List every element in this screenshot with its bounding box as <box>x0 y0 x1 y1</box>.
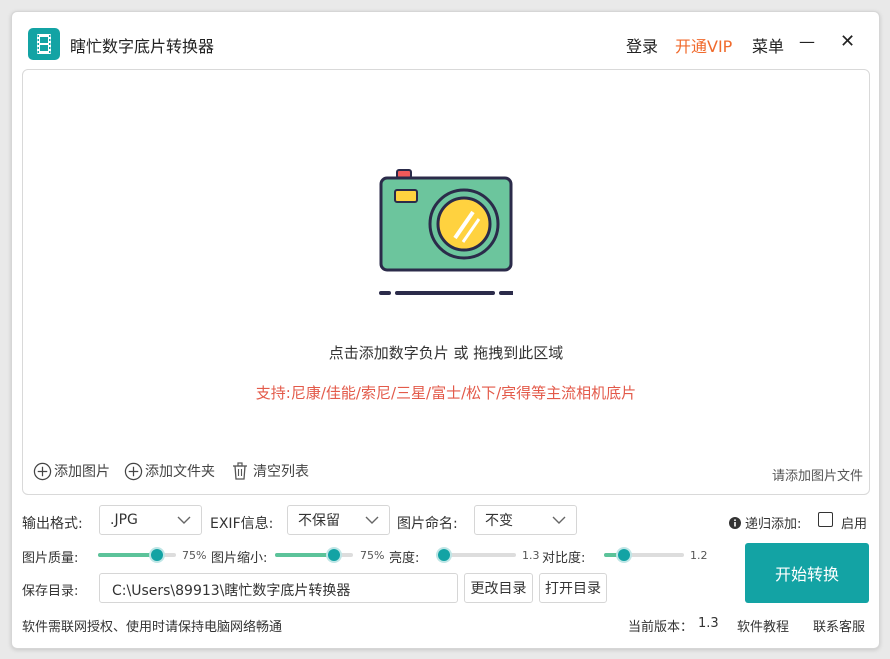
plus-circle-icon <box>124 462 143 480</box>
scale-slider-fill <box>275 553 334 557</box>
quality-slider-fill <box>98 553 157 557</box>
contrast-label: 对比度: <box>542 551 586 566</box>
contrast-slider-thumb[interactable] <box>618 549 630 561</box>
clear-list-button[interactable]: 清空列表 <box>232 461 309 481</box>
camera-icon <box>379 169 513 295</box>
app-title: 瞎忙数字底片转换器 <box>70 37 215 56</box>
trash-icon <box>233 462 247 480</box>
app-logo <box>28 28 60 60</box>
output-format-label: 输出格式: <box>22 516 83 532</box>
supported-cameras: 支持:尼康/佳能/索尼/三星/富士/松下/宾得等主流相机底片 <box>255 384 637 402</box>
chevron-down-icon <box>365 516 379 524</box>
chevron-down-icon <box>552 516 566 524</box>
naming-select[interactable]: 不变 <box>474 505 577 535</box>
plus-circle-icon <box>33 462 52 480</box>
output-format-value: .JPG <box>110 512 138 528</box>
contrast-slider[interactable] <box>604 549 684 561</box>
add-folder-button[interactable]: 添加文件夹 <box>124 461 215 481</box>
brightness-slider-thumb[interactable] <box>438 549 450 561</box>
scale-slider[interactable] <box>275 549 353 561</box>
network-notice: 软件需联网授权、使用时请保持电脑网络畅通 <box>22 620 283 635</box>
open-dir-button[interactable]: 打开目录 <box>539 573 607 603</box>
exif-label: EXIF信息: <box>210 516 274 532</box>
recursive-add-checkbox[interactable] <box>818 512 833 527</box>
chevron-down-icon <box>177 516 191 524</box>
scale-slider-thumb[interactable] <box>327 549 340 561</box>
add-image-label: 添加图片 <box>54 464 110 480</box>
recursive-add-group: 递归添加: <box>729 513 801 532</box>
version-value: 1.3 <box>698 616 719 631</box>
exif-select[interactable]: 不保留 <box>287 505 390 535</box>
naming-label: 图片命名: <box>397 516 458 532</box>
quality-slider-thumb[interactable] <box>150 549 163 561</box>
info-icon <box>729 516 741 529</box>
clear-list-label: 清空列表 <box>253 464 309 480</box>
brightness-label: 亮度: <box>389 551 420 566</box>
minimize-button[interactable]: — <box>799 32 815 51</box>
menu-link[interactable]: 菜单 <box>752 33 784 57</box>
change-dir-button[interactable]: 更改目录 <box>464 573 533 603</box>
brightness-value: 1.3 <box>522 549 540 562</box>
vip-link[interactable]: 开通VIP <box>675 33 732 57</box>
scale-label: 图片缩小: <box>211 551 268 566</box>
save-dir-label: 保存目录: <box>22 584 79 599</box>
file-status: 请添加图片文件 <box>771 469 863 484</box>
add-folder-label: 添加文件夹 <box>145 464 215 480</box>
scale-value: 75% <box>360 549 385 562</box>
tutorial-link[interactable]: 软件教程 <box>737 616 789 635</box>
quality-value: 75% <box>182 549 207 562</box>
support-link[interactable]: 联系客服 <box>813 616 865 635</box>
output-format-select[interactable]: .JPG <box>99 505 202 535</box>
drop-hint: 点击添加数字负片 或 拖拽到此区域 <box>328 344 564 362</box>
contrast-value: 1.2 <box>690 549 708 562</box>
login-link[interactable]: 登录 <box>626 33 658 57</box>
version-label: 当前版本： <box>628 620 694 635</box>
add-image-button[interactable]: 添加图片 <box>33 461 110 481</box>
film-icon <box>37 34 51 54</box>
naming-value: 不变 <box>485 513 513 529</box>
start-convert-button[interactable]: 开始转换 <box>745 543 869 603</box>
save-dir-path[interactable]: C:\Users\89913\瞎忙数字底片转换器 <box>99 573 458 603</box>
quality-label: 图片质量: <box>22 551 79 566</box>
exif-value: 不保留 <box>298 513 340 529</box>
drop-zone[interactable]: 点击添加数字负片 或 拖拽到此区域 支持:尼康/佳能/索尼/三星/富士/松下/宾… <box>22 69 870 495</box>
brightness-slider[interactable] <box>436 549 516 561</box>
app-window: 瞎忙数字底片转换器 登录 开通VIP 菜单 — ✕ 点击添加数字负片 或 拖拽到… <box>11 11 880 649</box>
quality-slider[interactable] <box>98 549 176 561</box>
close-button[interactable]: ✕ <box>840 31 855 52</box>
recursive-enable-label: 启用 <box>841 517 868 532</box>
recursive-add-label: 递归添加: <box>745 517 802 532</box>
